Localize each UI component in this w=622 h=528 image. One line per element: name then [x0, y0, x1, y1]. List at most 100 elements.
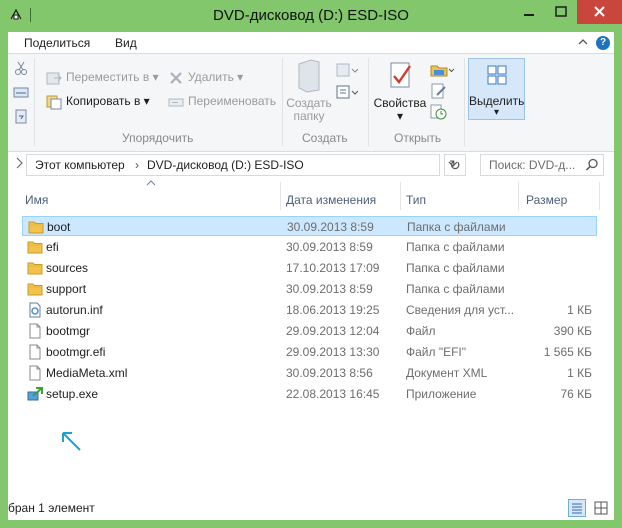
file-date: 17.10.2013 17:09	[286, 261, 380, 275]
new-item-icon[interactable]	[336, 62, 358, 78]
cut-icon[interactable]	[13, 60, 29, 76]
file-row[interactable]: bootmgr.efi 29.09.2013 13:30 Файл "EFI" 1 5…	[22, 342, 597, 362]
close-icon	[594, 6, 605, 17]
file-name: bootmgr	[46, 324, 91, 338]
search-icon[interactable]	[585, 158, 599, 172]
menu-bar: Поделиться Вид ?	[8, 32, 614, 54]
column-header-name[interactable]: Имя	[20, 186, 278, 212]
file-size: 1 КБ	[567, 303, 592, 317]
breadcrumb-this-pc[interactable]: Этот компьютер	[35, 158, 125, 172]
close-button[interactable]	[577, 0, 622, 24]
folder-icon	[27, 262, 43, 275]
column-header-date-label: Дата изменения	[286, 193, 377, 207]
paste-shortcut-icon[interactable]	[13, 108, 29, 124]
help-button[interactable]: ?	[596, 36, 610, 50]
new-folder-label-2: папку	[293, 109, 325, 123]
file-row[interactable]: sources 17.10.2013 17:09 Папка с файлами	[22, 258, 597, 278]
pointer-arrow-icon	[62, 432, 81, 451]
search-input[interactable]: Поиск: DVD-д...	[480, 154, 604, 176]
file-name: setup.exe	[46, 387, 99, 401]
column-header-size[interactable]: Размер	[521, 186, 599, 212]
status-selected-count: бран 1 элемент	[8, 501, 95, 515]
open-icon[interactable]	[430, 62, 454, 78]
setup-exe-icon	[27, 387, 43, 401]
breadcrumb-dvd-drive[interactable]: DVD-дисковод (D:) ESD-ISO	[147, 158, 304, 172]
nav-chevron-icon[interactable]	[14, 156, 24, 170]
ribbon-separator	[34, 58, 35, 146]
explorer-window: DVD-дисковод (D:) ESD-ISO Поделиться Вид…	[0, 0, 622, 528]
new-folder-button[interactable]: Создать папку	[286, 58, 332, 123]
file-date: 29.09.2013 13:30	[286, 345, 380, 359]
copy-path-icon[interactable]	[13, 84, 29, 100]
file-type: Папка с файлами	[406, 240, 505, 254]
breadcrumb-separator-icon[interactable]: ›	[135, 158, 139, 172]
file-type: Сведения для уст...	[406, 303, 515, 317]
file-list: Имя Дата изменения Тип Размер boot 30.09.…	[8, 178, 614, 496]
ribbon-separator	[282, 58, 283, 146]
file-date: 30.09.2013 8:59	[287, 220, 374, 234]
file-row[interactable]: MediaMeta.xml 30.09.2013 8:56 Документ XML…	[22, 363, 597, 383]
file-row[interactable]: bootmgr 29.09.2013 12:04 Файл 390 КБ	[22, 321, 597, 341]
maximize-button[interactable]	[546, 0, 576, 24]
file-date: 30.09.2013 8:59	[286, 282, 373, 296]
file-row[interactable]: efi 30.09.2013 8:59 Папка с файлами	[22, 237, 597, 257]
file-row[interactable]: boot 30.09.2013 8:59 Папка с файлами	[22, 216, 597, 236]
menu-view[interactable]: Вид	[115, 36, 137, 50]
minimize-button[interactable]	[514, 0, 544, 24]
maximize-icon	[555, 6, 567, 17]
file-type: Файл	[406, 324, 436, 338]
file-date: 30.09.2013 8:59	[286, 240, 373, 254]
column-header-type[interactable]: Тип	[401, 186, 517, 212]
file-icon	[29, 344, 41, 360]
rename-label: Переименовать	[188, 94, 276, 108]
file-name: boot	[47, 220, 71, 234]
column-header-date[interactable]: Дата изменения	[281, 186, 399, 212]
select-dropdown-icon: ▾	[493, 107, 500, 118]
select-label: Выделить	[469, 94, 525, 108]
edit-icon[interactable]	[430, 83, 448, 99]
column-header-type-label: Тип	[406, 193, 427, 207]
large-icons-view-icon	[594, 501, 608, 515]
window-client: Поделиться Вид ? Переместить в ▾ Копиров…	[8, 32, 614, 520]
file-row[interactable]: setup.exe 22.08.2013 16:45 Приложение 76 КБ	[22, 384, 597, 404]
file-row[interactable]: support 30.09.2013 8:59 Папка с файлами	[22, 279, 597, 299]
menu-share[interactable]: Поделиться	[24, 36, 90, 50]
copy-to-icon	[46, 95, 62, 110]
file-name: efi	[46, 240, 59, 254]
select-button[interactable]: Выделить ▾	[468, 58, 525, 120]
column-separator[interactable]	[518, 182, 519, 210]
file-type: Папка с файлами	[407, 220, 506, 234]
move-to-label: Переместить в	[66, 70, 150, 84]
select-icon	[487, 65, 507, 85]
column-header-name-label: Имя	[25, 193, 49, 207]
copy-to-label: Копировать в	[66, 94, 141, 108]
file-row[interactable]: autorun.inf 18.06.2013 19:25 Сведения для …	[22, 300, 597, 320]
file-type: Приложение	[406, 387, 477, 401]
file-type: Файл "EFI"	[406, 345, 467, 359]
properties-button[interactable]: Свойства ▾	[372, 60, 428, 123]
collapse-ribbon-icon[interactable]	[578, 37, 588, 47]
file-icon	[29, 365, 41, 381]
file-type: Папка с файлами	[406, 261, 505, 275]
file-name: autorun.inf	[46, 303, 103, 317]
refresh-button[interactable]: ↻	[444, 154, 466, 176]
details-view-button[interactable]	[568, 499, 586, 517]
copy-to-dropdown-icon: ▾	[143, 94, 150, 108]
history-icon[interactable]	[430, 104, 448, 120]
column-separator[interactable]	[599, 182, 600, 210]
column-header-size-label: Размер	[526, 193, 568, 207]
folder-icon	[28, 221, 44, 234]
folder-icon	[27, 241, 43, 254]
ribbon-separator	[368, 58, 369, 146]
easy-access-icon[interactable]	[336, 84, 358, 100]
address-field[interactable]: Этот компьютер › DVD-дисковод (D:) ESD-I…	[26, 154, 458, 176]
properties-icon	[390, 62, 411, 88]
file-size: 1 КБ	[567, 366, 592, 380]
file-date: 22.08.2013 16:45	[286, 387, 380, 401]
title-bar[interactable]: DVD-дисковод (D:) ESD-ISO	[0, 0, 622, 32]
address-bar-row: Этот компьютер › DVD-дисковод (D:) ESD-I…	[8, 152, 614, 178]
large-icons-view-button[interactable]	[592, 499, 610, 517]
file-type: Документ XML	[406, 366, 488, 380]
delete-dropdown-icon: ▾	[237, 70, 244, 84]
file-size: 390 КБ	[553, 324, 592, 338]
